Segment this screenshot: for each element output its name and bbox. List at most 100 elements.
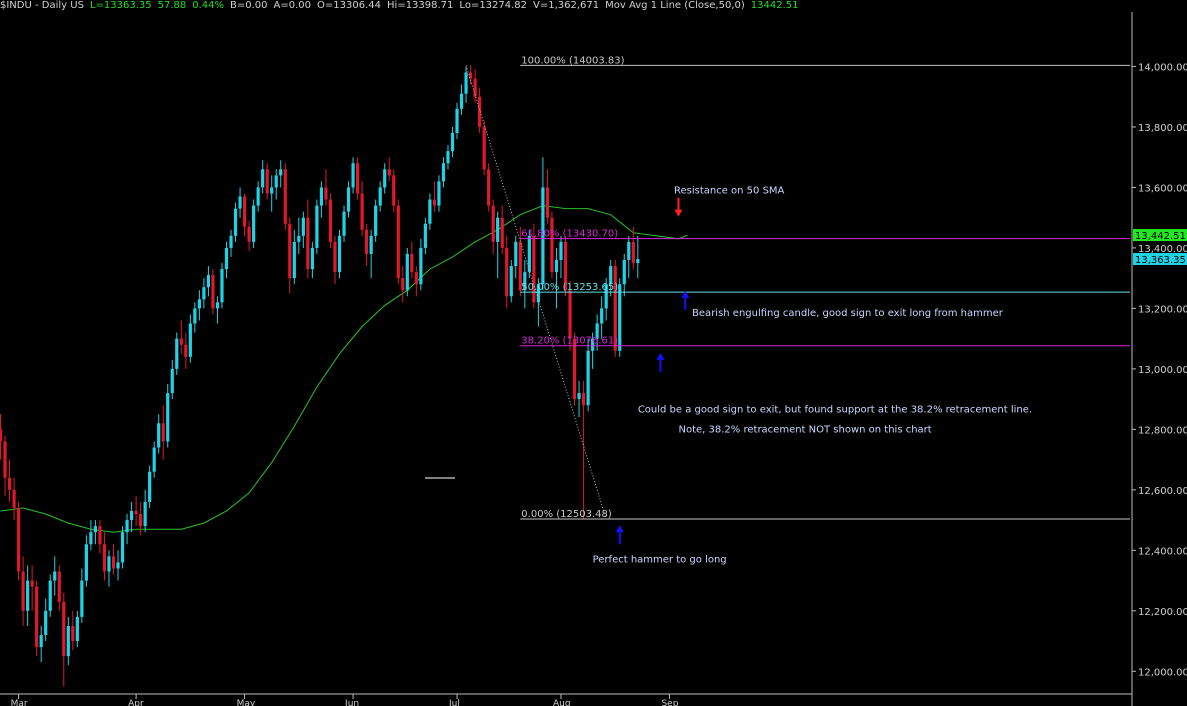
candle-body	[120, 532, 125, 563]
y-tick-label: 14,000.00	[1138, 62, 1187, 73]
symbol-label: $INDU - Daily US	[0, 0, 84, 11]
candle-body	[53, 571, 57, 581]
candle-body	[491, 205, 495, 242]
candle-body	[482, 126, 486, 170]
candle-body	[175, 338, 179, 369]
candle-body	[283, 169, 287, 224]
candle-body	[550, 217, 554, 273]
candle-body	[39, 634, 43, 648]
candle-body	[464, 72, 468, 94]
y-tick-label: 12,800.00	[1138, 425, 1187, 436]
candle-body	[188, 323, 192, 357]
candle-body	[306, 217, 310, 270]
candle-body	[93, 526, 98, 533]
candle-body	[157, 423, 161, 448]
candle-body	[229, 235, 233, 248]
candle-body	[238, 196, 242, 209]
candle-body	[62, 601, 66, 657]
candle-body	[455, 108, 459, 134]
candle-body	[505, 247, 509, 297]
candle-body	[392, 175, 396, 206]
candle-body	[252, 205, 256, 242]
candle-body	[410, 253, 414, 273]
candle-body	[450, 133, 455, 152]
candle-body	[423, 223, 427, 248]
candle-body	[220, 269, 224, 303]
candle-body	[328, 199, 333, 242]
candle-body	[48, 580, 52, 611]
candle-body	[500, 217, 504, 248]
candle-body	[419, 247, 423, 285]
candle-body	[261, 169, 265, 188]
candle-body	[193, 308, 197, 324]
y-tick-label: 13,600.00	[1138, 183, 1187, 194]
candle-body	[139, 514, 143, 527]
candle-body	[405, 253, 409, 291]
candle-body	[509, 266, 513, 297]
candle-body	[129, 511, 134, 521]
candle-body	[111, 556, 116, 569]
candle-body	[247, 226, 251, 242]
candle-body	[378, 187, 382, 206]
annotation-text: Perfect hammer to go long	[593, 554, 727, 565]
candle-body	[355, 163, 360, 194]
candle-body	[107, 556, 111, 572]
candle-body	[319, 187, 324, 206]
candle-body	[102, 544, 107, 572]
candle-body	[66, 625, 70, 657]
candle-body	[333, 241, 337, 273]
candle-body	[184, 344, 188, 357]
candle-body	[0, 429, 3, 442]
candle-body	[365, 229, 369, 254]
candle-body	[351, 163, 355, 188]
annotation-text: Resistance on 50 SMA	[674, 185, 785, 196]
candle-body	[631, 241, 635, 264]
candle-body	[265, 169, 269, 194]
candle-body	[622, 260, 626, 285]
candle-body	[288, 223, 292, 279]
candle-body	[310, 247, 314, 270]
fib-level-label: 38.20% (13076.61)	[521, 336, 618, 347]
x-tick-label: Apr	[128, 699, 144, 706]
candle-body	[16, 507, 21, 572]
candle-body	[369, 235, 373, 254]
candle-body	[89, 532, 93, 545]
candle-body	[360, 193, 364, 230]
y-tick-label: 13,200.00	[1138, 304, 1187, 315]
ask-value: A=0.00	[273, 0, 312, 11]
last-price-label: L=13363.35	[89, 0, 152, 11]
candle-body	[554, 260, 559, 273]
candle-body	[125, 520, 129, 533]
study-label: Mov Avg 1 Line (Close,50,0)	[605, 0, 745, 11]
candle-body	[179, 338, 183, 345]
candle-body	[30, 580, 34, 587]
candle-body	[432, 199, 437, 206]
y-tick-label: 12,000.00	[1138, 667, 1187, 678]
candle-body	[98, 526, 102, 545]
last-price-badge: 13,363.35	[1135, 255, 1186, 266]
candle-body	[71, 625, 75, 642]
candle-body	[342, 211, 346, 236]
candle-body	[166, 393, 170, 442]
candle-body	[383, 169, 387, 188]
candle-body	[636, 259, 640, 264]
candle-body	[44, 610, 48, 635]
candle-body	[600, 308, 604, 324]
candle-body	[627, 241, 631, 261]
candle-body	[315, 205, 319, 248]
candle-body	[35, 586, 39, 648]
candle-body	[414, 272, 418, 285]
candle-body	[134, 511, 138, 515]
y-tick-label: 13,800.00	[1138, 123, 1187, 134]
candle-body	[292, 241, 296, 279]
annotation-text: Bearish engulfing candle, good sign to e…	[692, 308, 1004, 319]
candle-body	[337, 235, 342, 273]
study-value: 13442.51	[750, 0, 799, 11]
candle-body	[206, 275, 211, 288]
candle-body	[116, 562, 120, 569]
price-chart[interactable]: 100.00% (14003.83) 61.80% (13430.70) 50.00…	[0, 0, 1187, 706]
candle-body	[572, 338, 577, 400]
candle-body	[324, 187, 328, 200]
candle-body	[224, 247, 229, 270]
open-value: O=13306.44	[317, 0, 382, 11]
